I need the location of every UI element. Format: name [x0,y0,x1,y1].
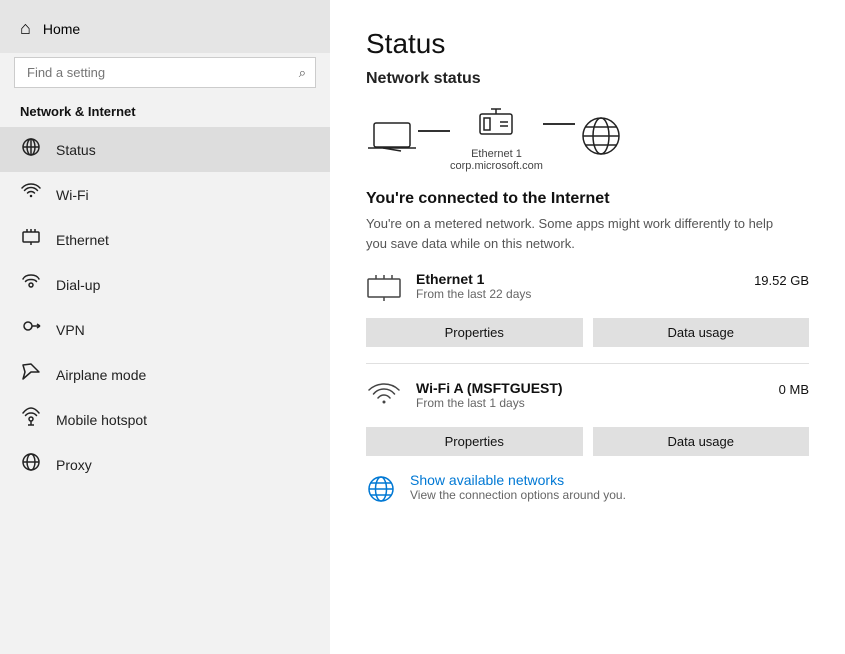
wifi-datausage-button[interactable]: Data usage [593,427,810,456]
ethernet-card-sub: From the last 22 days [416,287,531,301]
show-networks-icon [366,474,396,510]
wifi-card-info: Wi-Fi A (MSFTGUEST) From the last 1 days [366,380,563,419]
wifi-card-data: 0 MB [779,380,809,397]
wifi-properties-button[interactable]: Properties [366,427,583,456]
status-icon [20,137,42,162]
line-2 [543,123,575,125]
ethernet-card-icon [366,273,402,310]
sidebar-item-dialup[interactable]: Dial-up [0,262,330,307]
wifi-card-sub: From the last 1 days [416,396,563,410]
sidebar-item-wifi[interactable]: Wi-Fi [0,172,330,217]
ethernet-card-text: Ethernet 1 From the last 22 days [416,271,531,301]
page-title: Status [366,28,809,60]
sidebar-item-hotspot-label: Mobile hotspot [56,412,147,428]
search-input[interactable] [14,57,316,88]
sidebar-item-hotspot[interactable]: Mobile hotspot [0,397,330,442]
globe-icon-container [575,114,627,162]
wifi-card-name: Wi-Fi A (MSFTGUEST) [416,380,563,396]
home-label: Home [43,21,80,37]
show-networks-title: Show available networks [410,472,626,488]
wifi-card-text: Wi-Fi A (MSFTGUEST) From the last 1 days [416,380,563,410]
connected-text: You're connected to the Internet [366,190,809,208]
wifi-icon [20,182,42,207]
sidebar-item-vpn[interactable]: VPN [0,307,330,352]
ethernet-card-buttons: Properties Data usage [366,318,809,347]
ethernet-properties-button[interactable]: Properties [366,318,583,347]
show-networks-button[interactable]: Show available networks View the connect… [366,472,809,510]
sidebar-item-dialup-label: Dial-up [56,277,100,293]
main-content: Status Network status Ethernet 1 [330,0,845,654]
ethernet-card-name: Ethernet 1 [416,271,531,287]
wifi-card-header: Wi-Fi A (MSFTGUEST) From the last 1 days… [366,380,809,419]
show-networks-text: Show available networks View the connect… [410,472,626,502]
sidebar-item-status-label: Status [56,142,96,158]
sidebar-item-status[interactable]: Status [0,127,330,172]
sidebar-item-airplane[interactable]: Airplane mode [0,352,330,397]
sidebar-item-vpn-label: VPN [56,322,85,338]
ethernet-card-header: Ethernet 1 From the last 22 days 19.52 G… [366,271,809,310]
network-status-title: Network status [366,70,809,88]
card-divider [366,363,809,364]
router-icon [474,104,518,144]
show-networks-sub: View the connection options around you. [410,488,626,502]
sidebar-item-ethernet-label: Ethernet [56,232,109,248]
router-icon-container: Ethernet 1 corp.microsoft.com [450,104,543,172]
ethernet-datausage-button[interactable]: Data usage [593,318,810,347]
wifi-card-icon [366,382,402,419]
hotspot-icon [20,407,42,432]
sidebar-item-ethernet[interactable]: Ethernet [0,217,330,262]
diagram-ethernet-label: Ethernet 1 corp.microsoft.com [450,148,543,172]
wifi-network-card: Wi-Fi A (MSFTGUEST) From the last 1 days… [366,380,809,456]
sidebar: ⌂ Home ⌕ Network & Internet Status [0,0,330,654]
laptop-icon-container [366,118,418,158]
search-container: ⌕ [14,57,316,88]
airplane-icon [20,362,42,387]
sidebar-section-title: Network & Internet [0,98,330,127]
proxy-icon [20,452,42,477]
home-icon: ⌂ [20,18,31,39]
line-1 [418,130,450,132]
sidebar-item-wifi-label: Wi-Fi [56,187,89,203]
sidebar-item-proxy[interactable]: Proxy [0,442,330,487]
sidebar-item-home[interactable]: ⌂ Home [0,0,330,53]
dialup-icon [20,272,42,297]
ethernet-card-data: 19.52 GB [754,271,809,288]
laptop-icon [366,118,418,158]
ethernet-card-info: Ethernet 1 From the last 22 days [366,271,531,310]
search-icon: ⌕ [299,65,306,81]
sidebar-item-proxy-label: Proxy [56,457,92,473]
network-diagram: Ethernet 1 corp.microsoft.com [366,104,809,172]
globe-icon [575,114,627,162]
ethernet-network-card: Ethernet 1 From the last 22 days 19.52 G… [366,271,809,347]
ethernet-icon [20,227,42,252]
vpn-icon [20,317,42,342]
wifi-card-buttons: Properties Data usage [366,427,809,456]
sidebar-item-airplane-label: Airplane mode [56,367,146,383]
connected-sub: You're on a metered network. Some apps m… [366,214,786,253]
